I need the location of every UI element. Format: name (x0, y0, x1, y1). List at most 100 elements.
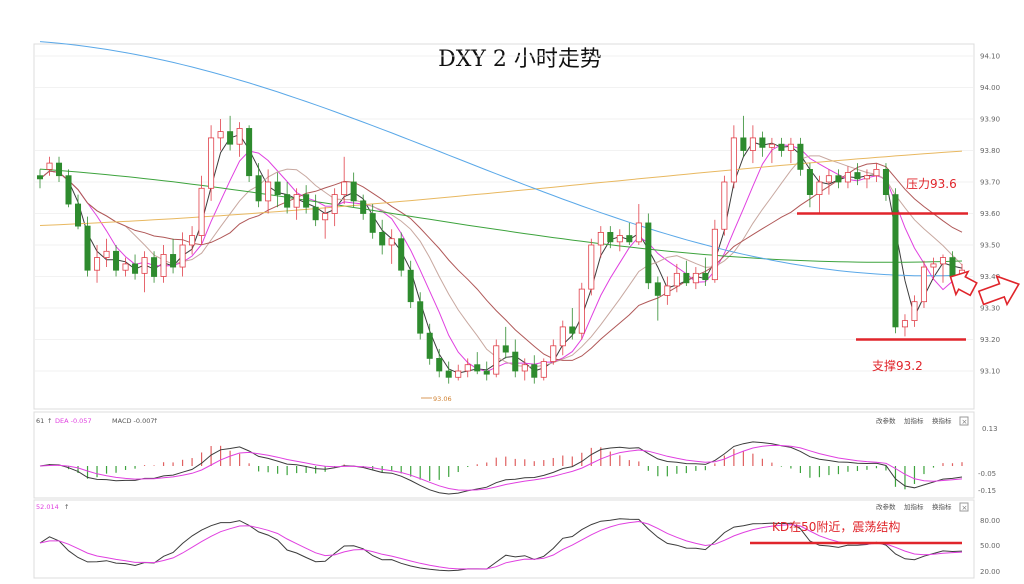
macd-ytick: -0.05 (978, 470, 996, 478)
candle-body (873, 168, 880, 177)
candle-body (255, 175, 262, 202)
candle-body (493, 345, 500, 375)
macd-button-edit-params[interactable]: 改参数 (876, 416, 896, 425)
kd-ytick: 20.00 (980, 568, 1000, 576)
candle-body (274, 181, 281, 196)
kd-y-axis: 80.00 50.00 20.00 (980, 517, 1000, 576)
y-tick-label: 94.00 (980, 84, 1000, 92)
candle-body (920, 266, 927, 303)
macd-buttons: 改参数 加指标 换指标 × (876, 416, 969, 426)
support-label: 支撑93.2 (872, 358, 923, 373)
candle-body (426, 332, 433, 359)
candle-body (331, 194, 338, 214)
candle-body (863, 175, 870, 180)
candle-body (911, 301, 918, 322)
y-tick-label: 93.80 (980, 147, 1000, 155)
candle-body (721, 181, 728, 230)
candle-body (151, 257, 158, 277)
candle-body (901, 320, 908, 328)
candle-body (141, 257, 148, 274)
up-arrow-icon: ↑ (47, 417, 52, 425)
candle-body (436, 357, 443, 372)
chart-area: DXY 2 小时走势 94.10 94.00 93.90 93.80 93.70 93.6… (0, 0, 1024, 580)
up-arrow-icon-3: ↑ (64, 503, 69, 511)
candle-body (768, 143, 775, 148)
low-label: 93.06 (433, 395, 452, 403)
candle-body (569, 326, 576, 334)
candle-body (578, 288, 585, 334)
macd-button-switch-indicator[interactable]: 换指标 (932, 416, 952, 425)
candle-body (844, 172, 851, 183)
candle-body (740, 137, 747, 151)
candle-body (341, 181, 348, 196)
candle-body (673, 272, 680, 287)
candle-body (559, 326, 566, 347)
candle-body (607, 231, 614, 243)
grid (34, 55, 974, 501)
chart-svg: DXY 2 小时走势 94.10 94.00 93.90 93.80 93.70 93.6… (33, 41, 1020, 579)
candle-body (854, 172, 861, 180)
candle-body (816, 181, 823, 196)
candle-body (360, 200, 367, 214)
kd-ytick: 50.00 (980, 542, 1000, 550)
candle-body (84, 225, 91, 271)
candle-body (350, 181, 357, 202)
candle-body (759, 137, 766, 148)
candle-body (293, 194, 300, 208)
candle-body (512, 351, 519, 372)
ma-line-30 (39, 162, 963, 361)
kd-buttons: 改参数 加指标 换指标 × (876, 502, 969, 512)
kd-button-add-indicator[interactable]: 加指标 (904, 502, 924, 511)
candle-body (455, 370, 462, 378)
candle-body (407, 269, 414, 303)
candle-body (312, 206, 319, 221)
candle-body (322, 213, 329, 221)
y-tick-label: 93.20 (980, 336, 1000, 344)
y-tick-label: 93.60 (980, 210, 1000, 218)
candle-body (122, 263, 129, 271)
candle-body (654, 282, 661, 296)
macd-ytick: 0.13 (982, 425, 998, 433)
ma-line-10 (39, 144, 963, 373)
candle-body (778, 143, 785, 151)
candle-body (445, 370, 452, 378)
candle-body (635, 222, 642, 243)
candle-body (749, 137, 756, 151)
candle-body (683, 272, 690, 284)
y-tick-label: 94.10 (980, 53, 1000, 61)
candle-body (949, 257, 956, 277)
candle-body (55, 162, 63, 177)
kd-button-switch-indicator[interactable]: 换指标 (932, 502, 952, 511)
macd-close-glyph: × (962, 418, 968, 426)
candle-body (806, 168, 813, 195)
kd-note: KD在50附近，震荡结构 (772, 519, 900, 534)
candle-body (198, 187, 205, 236)
candle-body (464, 364, 471, 372)
y-tick-label: 93.50 (980, 242, 1000, 250)
kd-panel-frame (33, 499, 975, 579)
macd-button-add-indicator[interactable]: 加指标 (904, 416, 924, 425)
candle-body (388, 238, 395, 246)
candle-body (588, 244, 595, 290)
candle-body (75, 203, 82, 227)
candle-body (521, 364, 528, 372)
candle-body (379, 231, 386, 246)
candle-body (550, 345, 557, 362)
candle-body (179, 244, 186, 268)
candle-body (227, 131, 234, 145)
macd-legend-macd: MACD -0.007 (112, 417, 155, 425)
candle-body (702, 272, 709, 281)
low-marker: 93.06 (421, 395, 452, 403)
candle-body (217, 131, 224, 139)
kd-button-edit-params[interactable]: 改参数 (876, 502, 896, 511)
candle-body (303, 194, 310, 208)
candle-body (398, 238, 405, 271)
y-tick-label: 93.10 (980, 368, 1000, 376)
candle-body (265, 181, 272, 202)
candle-body (597, 231, 604, 246)
candle-body (369, 213, 376, 233)
candle-body (835, 175, 842, 183)
macd-chart (39, 441, 963, 495)
moving-averages (39, 41, 963, 374)
candle-body (36, 175, 44, 180)
